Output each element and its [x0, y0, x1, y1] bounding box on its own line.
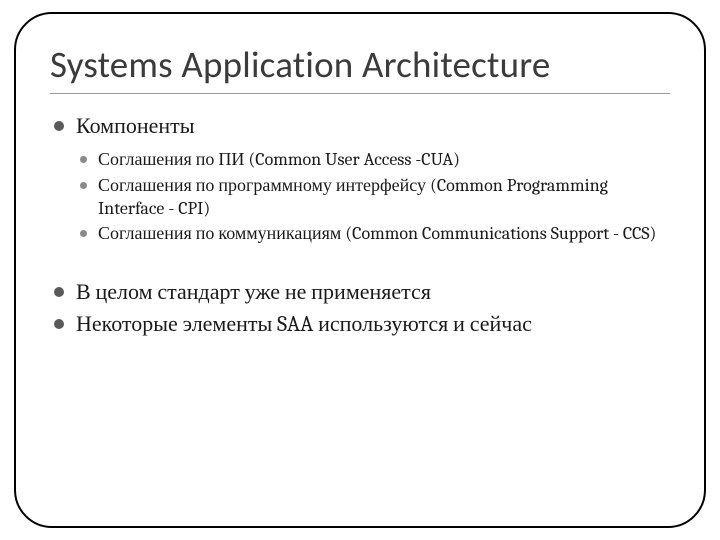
bullet-note1: В целом стандарт уже не применяется [50, 278, 670, 306]
bullet-components: Компоненты Соглашения по ПИ (Common User… [50, 112, 670, 246]
sub-bullet-2: Соглашения по коммуникациям (Common Comm… [76, 222, 670, 245]
slide-title: Systems Application Architecture [50, 42, 670, 87]
slide-frame: Systems Application Architecture Компоне… [14, 12, 706, 528]
bullet-list-level2: Соглашения по ПИ (Common User Access -CU… [76, 148, 670, 246]
bullet-list-level1: Компоненты Соглашения по ПИ (Common User… [50, 112, 670, 246]
bullet-note2: Некоторые элементы SAA используются и се… [50, 310, 670, 338]
title-divider [50, 93, 670, 94]
bullet-list-level1-b: В целом стандарт уже не применяется Неко… [50, 278, 670, 338]
sub-bullet-0: Соглашения по ПИ (Common User Access -CU… [76, 148, 670, 171]
spacer [50, 250, 670, 278]
sub-bullet-1: Соглашения по программному интерфейсу (C… [76, 174, 670, 221]
slide-content: Компоненты Соглашения по ПИ (Common User… [50, 112, 670, 338]
bullet-components-label: Компоненты [76, 113, 195, 139]
slide: Systems Application Architecture Компоне… [0, 0, 720, 540]
